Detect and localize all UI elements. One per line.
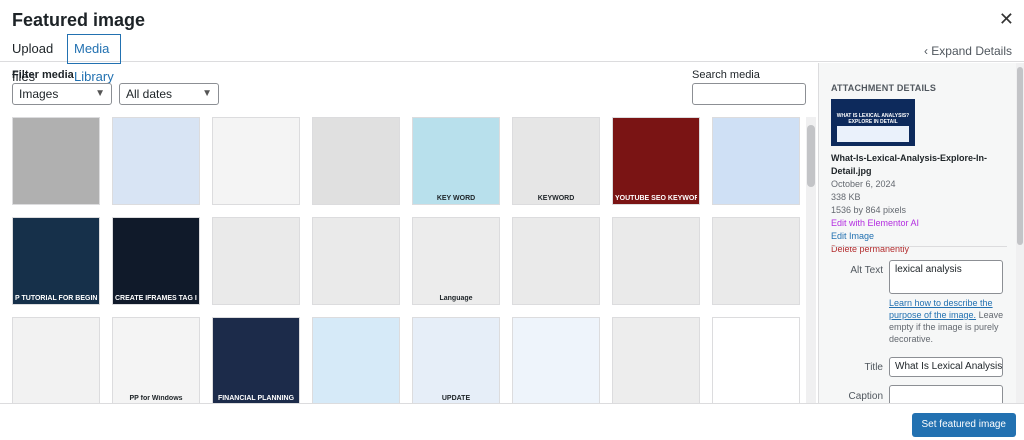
attachment-date: October 6, 2024: [831, 179, 896, 189]
media-grid: KEY WORD KEYWORD YOUTUBE SEO KEYWORDS P TUT…: [12, 117, 802, 403]
media-thumbnail[interactable]: KEYWORD: [512, 117, 600, 205]
media-thumbnail-label: CREATE IFRAMES TAG IN: [115, 295, 197, 302]
attachment-dimensions: 1536 by 864 pixels: [831, 205, 907, 215]
grid-scrollbar[interactable]: [806, 117, 816, 403]
search-media-input[interactable]: [692, 83, 806, 105]
media-thumbnail[interactable]: [312, 317, 400, 403]
set-featured-image-button[interactable]: Set featured image: [911, 413, 1016, 437]
media-thumbnail-label: KEY WORD: [436, 195, 476, 202]
media-thumbnail[interactable]: P TUTORIAL FOR BEGINNE: [12, 217, 100, 305]
grid-scrollbar-thumb[interactable]: [807, 125, 815, 187]
modal-footer: Set featured image: [0, 403, 1024, 440]
attachment-thumbnail-graphic: [837, 126, 909, 142]
media-thumbnail[interactable]: [712, 217, 800, 305]
media-type-select[interactable]: Images ▼: [12, 83, 112, 105]
alt-text-input[interactable]: lexical analysis: [889, 260, 1003, 294]
media-thumbnail-label: P TUTORIAL FOR BEGINNE: [15, 295, 97, 302]
attachment-details-panel: ATTACHMENT DETAILS WHAT IS LEXICAL ANALY…: [818, 63, 1016, 403]
media-thumbnail[interactable]: [212, 117, 300, 205]
caption-input[interactable]: [889, 385, 1003, 403]
media-thumbnail[interactable]: [612, 317, 700, 403]
media-thumbnail[interactable]: PP for Windows: [112, 317, 200, 403]
alt-text-label: Alt Text: [850, 265, 883, 276]
edit-image-link[interactable]: Edit Image: [831, 230, 1016, 243]
divider: [831, 246, 1007, 247]
delete-permanently-link[interactable]: Delete permanently: [831, 243, 1016, 256]
attachment-details-heading: ATTACHMENT DETAILS: [831, 83, 937, 93]
modal-title: Featured image: [12, 10, 146, 30]
modal-header: Featured image ✕ Upload files Media Libr…: [0, 0, 1024, 84]
media-thumbnail[interactable]: [312, 217, 400, 305]
attachment-size: 338 KB: [831, 192, 861, 202]
tab-upload-files[interactable]: Upload files: [6, 35, 59, 84]
attachment-info: What-Is-Lexical-Analysis-Explore-In-Deta…: [831, 152, 1016, 256]
media-thumbnail[interactable]: [512, 217, 600, 305]
filter-media-label: Filter media: [12, 69, 74, 81]
title-label: Title: [864, 362, 883, 373]
media-thumbnail[interactable]: [712, 117, 800, 205]
media-thumbnail[interactable]: [612, 217, 700, 305]
tab-media-library[interactable]: Media Library: [67, 34, 121, 84]
media-thumbnail-label: Language: [439, 295, 473, 302]
edit-with-elementor-link[interactable]: Edit with Elementor AI: [831, 217, 1016, 230]
media-thumbnail[interactable]: YOUTUBE SEO KEYWORDS: [612, 117, 700, 205]
modal-scrollbar[interactable]: [1016, 63, 1024, 403]
media-thumbnail[interactable]: CREATE IFRAMES TAG IN: [112, 217, 200, 305]
modal-scrollbar-thumb[interactable]: [1017, 67, 1023, 245]
media-thumbnail[interactable]: KEY WORD: [412, 117, 500, 205]
media-thumbnail[interactable]: [312, 117, 400, 205]
media-thumbnail[interactable]: [12, 317, 100, 403]
media-thumbnail[interactable]: FINANCIAL PLANNING: [212, 317, 300, 403]
close-icon[interactable]: ✕: [999, 9, 1014, 30]
media-thumbnail[interactable]: [112, 117, 200, 205]
chevron-down-icon: ▼: [202, 88, 212, 99]
media-thumbnail[interactable]: [212, 217, 300, 305]
date-filter-value: All dates: [126, 87, 173, 101]
caption-label: Caption: [848, 391, 883, 402]
chevron-down-icon: ▼: [95, 88, 105, 99]
media-thumbnail-label: FINANCIAL PLANNING: [217, 395, 295, 402]
media-thumbnail[interactable]: [712, 317, 800, 403]
media-thumbnail-label: PP for Windows: [129, 395, 183, 402]
attachment-thumbnail: WHAT IS LEXICAL ANALYSIS? EXPLORE IN DET…: [831, 99, 915, 146]
media-thumbnail[interactable]: [512, 317, 600, 403]
date-filter-select[interactable]: All dates ▼: [119, 83, 219, 105]
media-thumbnail-label: YOUTUBE SEO KEYWORDS: [615, 195, 697, 202]
title-input[interactable]: What Is Lexical Analysis E: [889, 357, 1003, 377]
media-thumbnail[interactable]: UPDATE: [412, 317, 500, 403]
expand-details-link[interactable]: ‹ Expand Details: [924, 44, 1012, 58]
attachment-filename: What-Is-Lexical-Analysis-Explore-In-Deta…: [831, 153, 988, 176]
media-thumbnail-label: KEYWORD: [537, 195, 575, 202]
alt-text-help: Learn how to describe the purpose of the…: [889, 297, 1005, 345]
attachment-thumbnail-title: WHAT IS LEXICAL ANALYSIS? EXPLORE IN DET…: [836, 113, 910, 125]
media-thumbnail[interactable]: Language: [412, 217, 500, 305]
media-browser: Filter media Images ▼ All dates ▼ Search…: [0, 63, 818, 403]
media-thumbnail-label: UPDATE: [441, 395, 471, 402]
media-type-value: Images: [19, 87, 59, 101]
search-media-label: Search media: [692, 69, 760, 81]
media-thumbnail[interactable]: [12, 117, 100, 205]
